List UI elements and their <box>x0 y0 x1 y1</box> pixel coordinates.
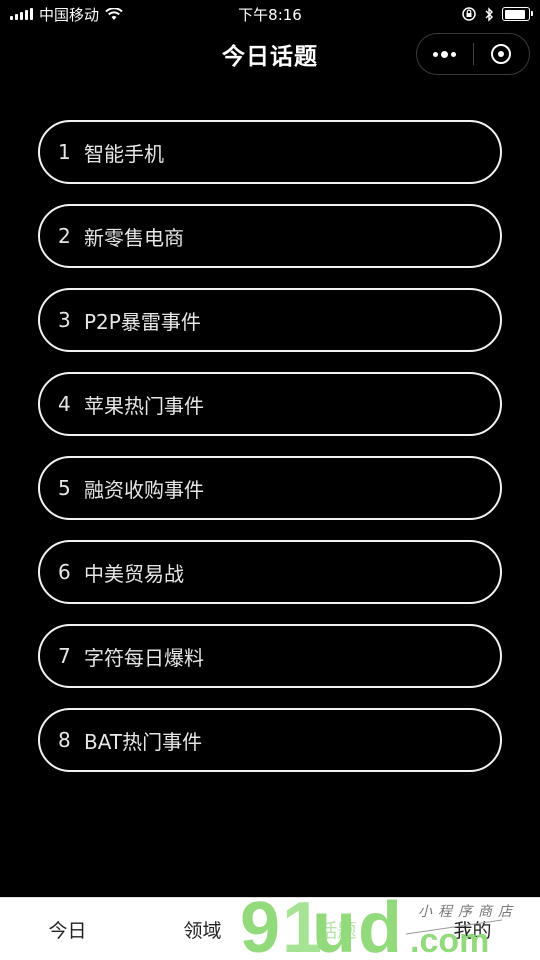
nav-bar: 今日话题 <box>0 28 540 80</box>
topic-number: 5 <box>58 476 71 500</box>
tab-topics[interactable]: 话题 <box>270 916 405 943</box>
page-title: 今日话题 <box>222 44 318 70</box>
orientation-lock-icon <box>462 7 476 21</box>
tab-domain[interactable]: 领域 <box>135 916 270 943</box>
carrier-label: 中国移动 <box>39 5 100 24</box>
close-button[interactable] <box>474 34 530 74</box>
topic-list: 1 智能手机 2 新零售电商 3 P2P暴雷事件 4 苹果热门事件 5 融资收购… <box>38 120 502 772</box>
topic-label: 苹果热门事件 <box>84 393 204 418</box>
tab-today[interactable]: 今日 <box>0 916 135 943</box>
signal-icon <box>10 8 33 20</box>
status-left: 中国移动 <box>10 4 123 25</box>
tab-bar: 今日 领域 话题 我的 <box>0 897 540 960</box>
topic-item[interactable]: 6 中美贸易战 <box>38 540 502 604</box>
topic-number: 3 <box>58 308 71 332</box>
topic-number: 7 <box>58 644 71 668</box>
status-right <box>462 6 533 22</box>
topic-number: 6 <box>58 560 71 584</box>
topic-item[interactable]: 2 新零售电商 <box>38 204 502 268</box>
topic-label: BAT热门事件 <box>84 729 203 754</box>
topic-number: 1 <box>58 140 71 164</box>
target-circle-icon <box>491 44 512 64</box>
battery-icon <box>502 7 533 21</box>
more-dots-icon <box>433 50 457 58</box>
topic-label: 字符每日爆料 <box>84 645 204 670</box>
mini-program-capsule <box>416 33 530 75</box>
topic-item[interactable]: 1 智能手机 <box>38 120 502 184</box>
wifi-icon <box>105 7 123 20</box>
topic-item[interactable]: 8 BAT热门事件 <box>38 708 502 772</box>
bluetooth-icon <box>485 6 493 22</box>
status-bar: 中国移动 下午8:16 <box>0 0 540 28</box>
topic-number: 8 <box>58 728 71 752</box>
topic-number: 2 <box>58 224 71 248</box>
topic-label: P2P暴雷事件 <box>84 309 201 334</box>
topic-label: 中美贸易战 <box>84 561 184 586</box>
topic-label: 融资收购事件 <box>84 477 204 502</box>
topic-label: 智能手机 <box>84 141 164 166</box>
topic-number: 4 <box>58 392 71 416</box>
topic-label: 新零售电商 <box>84 225 184 250</box>
topic-item[interactable]: 3 P2P暴雷事件 <box>38 288 502 352</box>
topic-item[interactable]: 7 字符每日爆料 <box>38 624 502 688</box>
tab-mine[interactable]: 我的 <box>405 916 540 943</box>
more-button[interactable] <box>417 34 473 74</box>
topic-item[interactable]: 4 苹果热门事件 <box>38 372 502 436</box>
topic-item[interactable]: 5 融资收购事件 <box>38 456 502 520</box>
